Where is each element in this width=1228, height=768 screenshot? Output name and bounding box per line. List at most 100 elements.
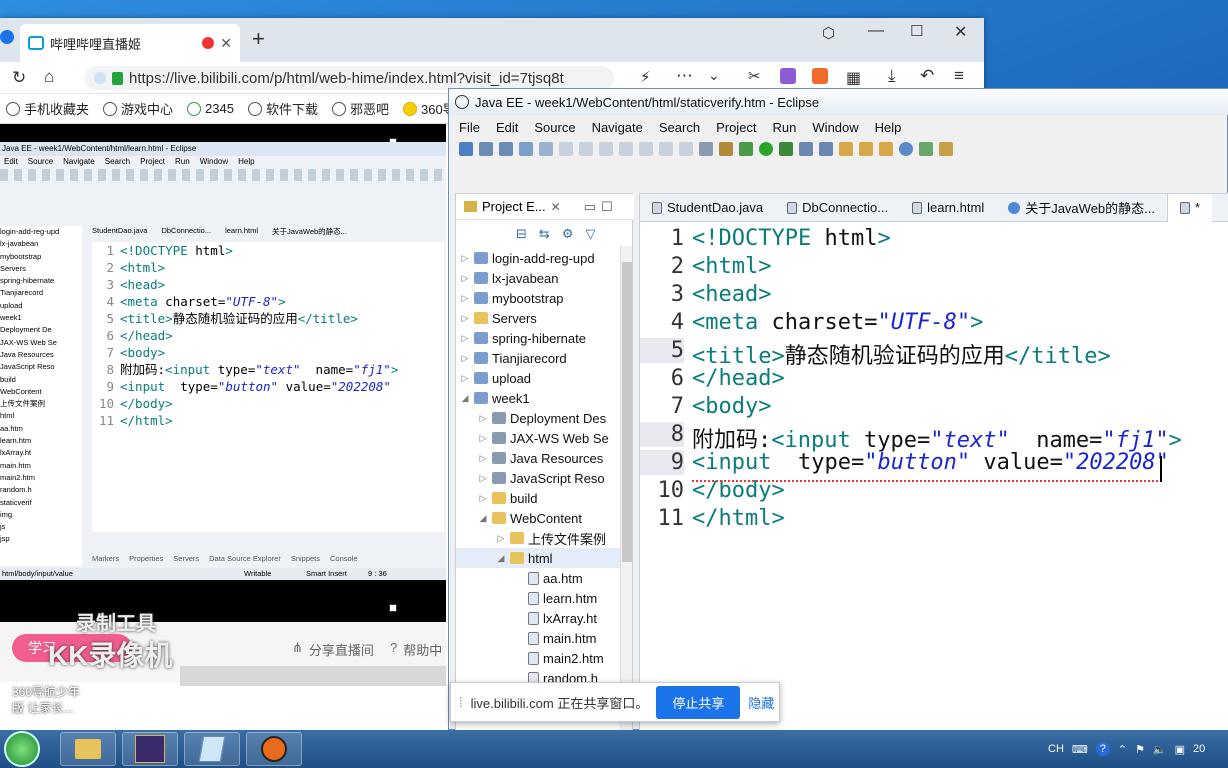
reload-icon[interactable]: ↻ <box>12 68 26 88</box>
tree-item[interactable]: main2.htm <box>456 648 620 668</box>
tree-item[interactable]: ▷ lx-javabean <box>456 268 620 288</box>
tree-item[interactable]: ▷ Tianjiarecord <box>456 348 620 368</box>
minimize-icon[interactable]: — <box>868 22 884 40</box>
game-icon[interactable] <box>812 68 828 84</box>
run-icon[interactable] <box>759 142 773 156</box>
keyboard-icon[interactable]: ⌨ <box>1072 743 1088 756</box>
tree-item[interactable]: ▷ 上传文件案例 <box>456 528 620 548</box>
save-icon[interactable] <box>479 142 493 156</box>
tree-item[interactable]: lxArray.ht <box>456 608 620 628</box>
chevron-down-icon[interactable]: ⌄ <box>708 67 720 84</box>
tree-item[interactable]: learn.htm <box>456 588 620 608</box>
open-type-icon[interactable] <box>839 142 853 156</box>
menu-project[interactable]: Project <box>716 120 756 135</box>
scrollbar[interactable] <box>180 666 446 686</box>
shirt-skin-icon[interactable]: ⬡ <box>822 24 835 42</box>
tree-item[interactable]: ▷ Servers <box>456 308 620 328</box>
open-resource-icon[interactable] <box>859 142 873 156</box>
expand-arrow-icon[interactable]: ▷ <box>460 373 470 384</box>
print-icon[interactable] <box>519 142 533 156</box>
build-icon[interactable] <box>719 142 733 156</box>
tree-item[interactable]: ▷ spring-hibernate <box>456 328 620 348</box>
expand-arrow-icon[interactable]: ▷ <box>478 433 488 444</box>
scissors-icon[interactable]: ✂ <box>748 67 761 85</box>
expand-arrow-icon[interactable]: ▷ <box>478 473 488 484</box>
expand-arrow-icon[interactable]: ▷ <box>460 253 470 264</box>
maximize-icon[interactable]: ☐ <box>910 22 923 40</box>
editor-tab[interactable]: StudentDao.java <box>640 194 775 222</box>
filter-icon[interactable]: ⚙ <box>562 226 574 242</box>
bookmark-item[interactable]: 手机收藏夹 <box>6 99 89 118</box>
skip-breakpoints-icon[interactable] <box>539 142 553 156</box>
browser-tool-icon[interactable] <box>899 142 913 156</box>
volume-icon[interactable]: 🔈 <box>1153 743 1167 756</box>
tree-item[interactable]: ▷ JAX-WS Web Se <box>456 428 620 448</box>
url-input[interactable]: https://live.bilibili.com/p/html/web-him… <box>84 66 614 90</box>
prev-edit-icon[interactable] <box>939 142 953 156</box>
step-into-icon[interactable] <box>639 142 653 156</box>
menu-icon[interactable]: ≡ <box>954 66 964 86</box>
menu-window[interactable]: Window <box>812 120 858 135</box>
browser-tab-bilibili[interactable]: 哔哩哔哩直播姬 ✕ <box>20 24 240 62</box>
menu-run[interactable]: Run <box>773 120 797 135</box>
expand-arrow-icon[interactable]: ▷ <box>460 353 470 364</box>
menu-source[interactable]: Source <box>534 120 575 135</box>
help-button[interactable]: ? 帮助中 <box>390 640 442 659</box>
terminate-icon[interactable] <box>599 142 613 156</box>
new-tab-icon[interactable]: + <box>252 26 265 52</box>
expand-arrow-icon[interactable]: ▷ <box>496 533 506 544</box>
network-icon[interactable]: ▣ <box>1175 743 1185 756</box>
expand-arrow-icon[interactable]: ▷ <box>460 313 470 324</box>
tree-item[interactable]: ▷ build <box>456 488 620 508</box>
maximize-view-icon[interactable]: ☐ <box>601 199 613 215</box>
link-editor-icon[interactable]: ⇆ <box>539 226 550 242</box>
tree-item[interactable]: ▷ Java Resources <box>456 448 620 468</box>
bookmark-item[interactable]: 游戏中心 <box>103 99 173 118</box>
share-room-button[interactable]: ⋔ 分享直播间 <box>292 640 374 659</box>
tree-item[interactable]: ▷ Deployment Des <box>456 408 620 428</box>
help-tray-icon[interactable]: ? <box>1095 742 1110 756</box>
taskbar-recorder[interactable] <box>246 732 302 766</box>
expand-arrow-icon[interactable]: ▷ <box>478 413 488 424</box>
clock[interactable]: 20 <box>1193 743 1205 755</box>
run-external-icon[interactable] <box>779 142 793 156</box>
hide-button[interactable]: 隐藏 <box>748 693 774 712</box>
tree-item[interactable]: ▷ mybootstrap <box>456 288 620 308</box>
start-button[interactable] <box>4 731 40 767</box>
menu-file[interactable]: File <box>459 120 480 135</box>
tree-item[interactable]: ◢ WebContent <box>456 508 620 528</box>
collapse-all-icon[interactable]: ⊟ <box>516 226 527 242</box>
debug-icon[interactable] <box>739 142 753 156</box>
step-return-icon[interactable] <box>679 142 693 156</box>
apps-grid-icon[interactable]: ▦ <box>846 68 861 88</box>
search-tool-icon[interactable] <box>879 142 893 156</box>
suspend-icon[interactable] <box>579 142 593 156</box>
resume-icon[interactable] <box>559 142 573 156</box>
tree-scroll-thumb[interactable] <box>622 262 632 562</box>
expand-arrow-icon[interactable]: ▷ <box>460 333 470 344</box>
expand-arrow-icon[interactable]: ▷ <box>478 493 488 504</box>
drag-handle-icon[interactable]: ⁞ <box>459 695 463 710</box>
menu-edit[interactable]: Edit <box>496 120 518 135</box>
bookmark-item[interactable]: 软件下载 <box>247 99 318 118</box>
disconnect-icon[interactable] <box>619 142 633 156</box>
language-indicator[interactable]: CH <box>1048 743 1064 755</box>
expand-arrow-icon[interactable]: ◢ <box>496 553 506 564</box>
tree-scrollbar[interactable] <box>620 246 632 732</box>
view-menu-icon[interactable]: ▽ <box>585 226 595 242</box>
close-window-icon[interactable]: ✕ <box>954 22 967 42</box>
download-icon[interactable]: ⤓ <box>888 66 896 86</box>
undo-icon[interactable]: ↶ <box>920 66 934 86</box>
tree-item[interactable]: ◢ week1 <box>456 388 620 408</box>
minimize-view-icon[interactable]: ▭ <box>584 199 596 215</box>
expand-arrow-icon[interactable]: ▷ <box>460 273 470 284</box>
tree-item[interactable]: ◢ html <box>456 548 620 568</box>
tree-item[interactable]: aa.htm <box>456 568 620 588</box>
editor-tab[interactable]: DbConnectio... <box>775 194 900 222</box>
save-all-icon[interactable] <box>499 142 513 156</box>
more-icon[interactable]: ⋯ <box>676 66 693 86</box>
tree-item[interactable]: ▷ JavaScript Reso <box>456 468 620 488</box>
project-explorer-title[interactable]: Project E... <box>482 199 546 214</box>
new-web-icon[interactable] <box>819 142 833 156</box>
editor-tab[interactable]: 关于JavaWeb的静态... <box>996 194 1167 222</box>
